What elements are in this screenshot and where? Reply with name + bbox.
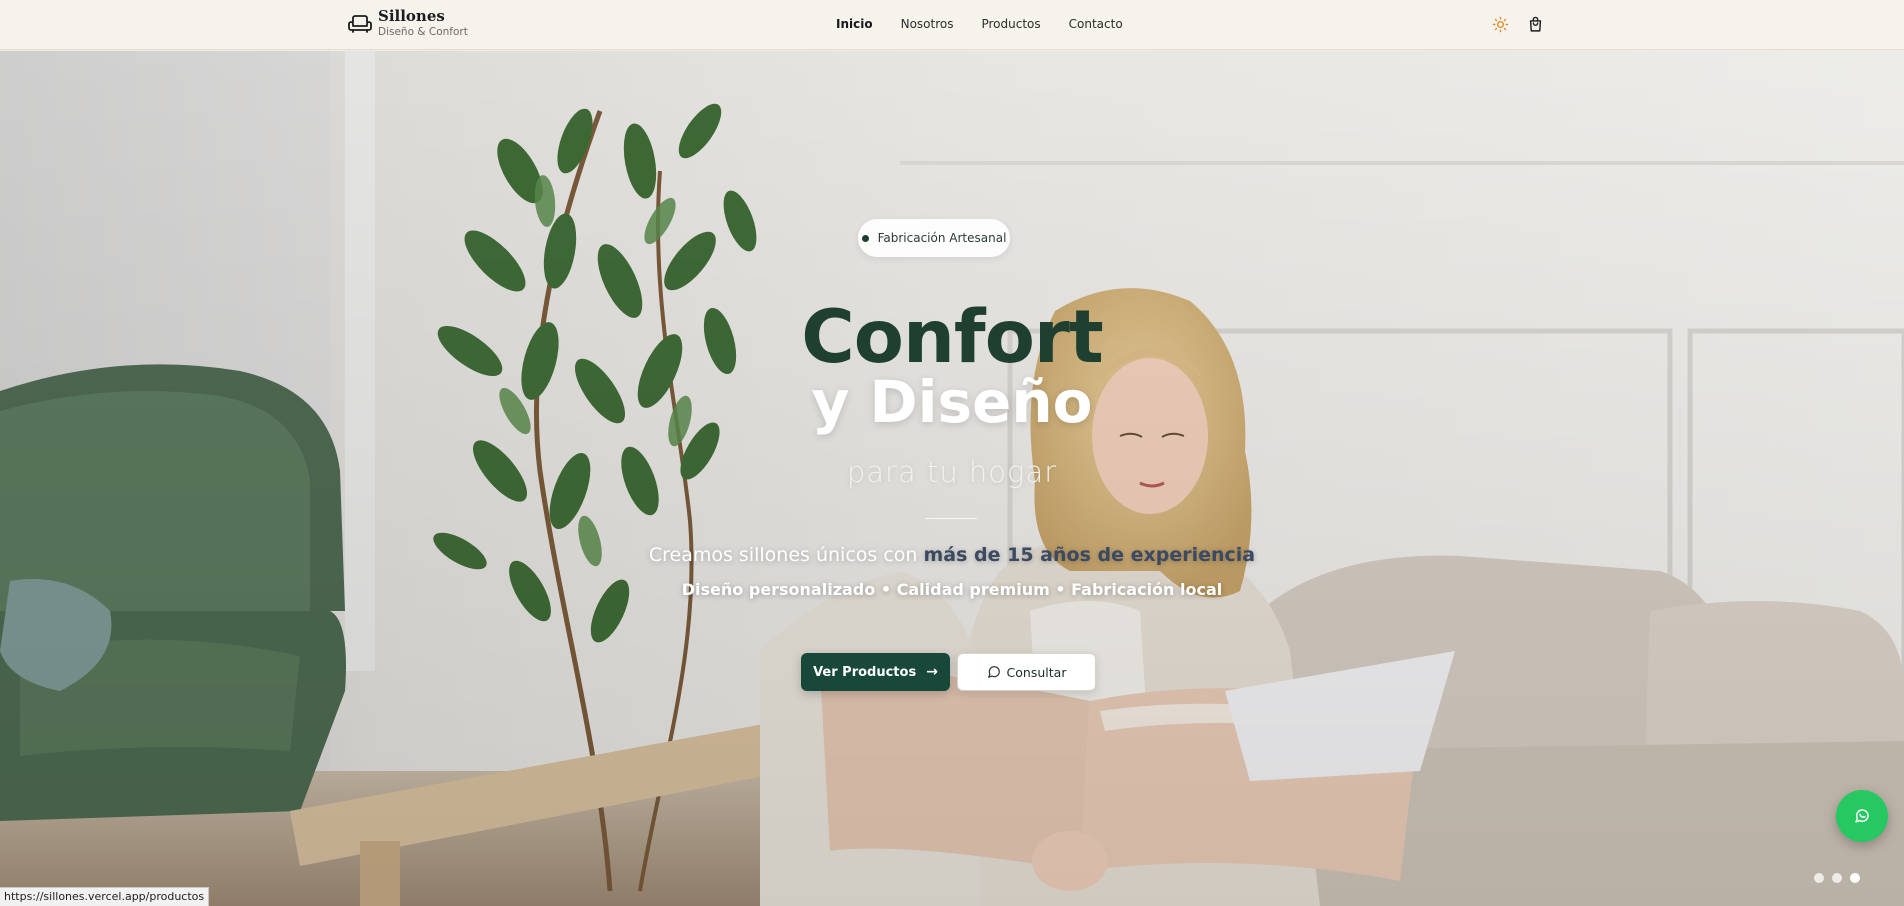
shopping-bag-icon[interactable]	[1527, 16, 1544, 33]
nav-link-inicio[interactable]: Inicio	[836, 17, 873, 31]
main-nav: Inicio Nosotros Productos Contacto	[836, 17, 1151, 31]
badge-text: Fabricación Artesanal	[877, 231, 1007, 245]
whatsapp-icon	[1855, 809, 1869, 823]
hero-features: Diseño personalizado • Calidad premium •…	[681, 580, 1223, 599]
ver-productos-label: Ver Productos	[813, 664, 917, 680]
consultar-button[interactable]: Consultar	[957, 653, 1096, 691]
status-bar-url: https://sillones.vercel.app/productos	[0, 887, 210, 906]
hero-lead: Creamos sillones únicos con más de 15 añ…	[0, 544, 1904, 566]
slider-dot-1[interactable]	[1814, 873, 1824, 883]
brand-subtitle: Diseño & Confort	[378, 26, 468, 38]
sofa-icon	[348, 15, 372, 34]
top-navbar: Sillones Diseño & Confort Inicio Nosotro…	[0, 0, 1904, 50]
slider-dot-3[interactable]	[1850, 873, 1860, 883]
nav-actions	[1492, 16, 1544, 33]
sun-icon[interactable]	[1492, 16, 1509, 33]
lead-prefix: Creamos sillones únicos con	[648, 544, 924, 566]
craft-badge: Fabricación Artesanal	[858, 219, 1010, 257]
chat-bubble-icon	[987, 666, 1000, 678]
ver-productos-button[interactable]: Ver Productos →	[801, 653, 950, 691]
nav-link-productos[interactable]: Productos	[981, 17, 1040, 31]
hero-title-line2: y Diseño	[811, 368, 1093, 436]
hero-divider	[925, 518, 977, 519]
badge-dot	[861, 234, 869, 242]
brand-title: Sillones	[378, 7, 445, 25]
hero-title-line1: Confort	[801, 295, 1104, 380]
hero-title-line3: para tu hogar	[846, 455, 1058, 489]
nav-link-contacto[interactable]: Contacto	[1069, 17, 1123, 31]
lead-highlight: más de 15 años de experiencia	[923, 544, 1256, 566]
nav-link-nosotros[interactable]: Nosotros	[901, 17, 954, 31]
slider-dot-2[interactable]	[1832, 873, 1842, 883]
hero-section: Fabricación Artesanal Confort y Diseño p…	[0, 51, 1904, 906]
hero-content: Fabricación Artesanal Confort y Diseño p…	[0, 51, 1904, 906]
whatsapp-button[interactable]	[1836, 790, 1888, 842]
slider-dots	[1814, 873, 1868, 883]
arrow-right-icon: →	[926, 664, 938, 680]
brand-logo[interactable]: Sillones Diseño & Confort	[348, 9, 468, 38]
consultar-label: Consultar	[1006, 664, 1067, 680]
